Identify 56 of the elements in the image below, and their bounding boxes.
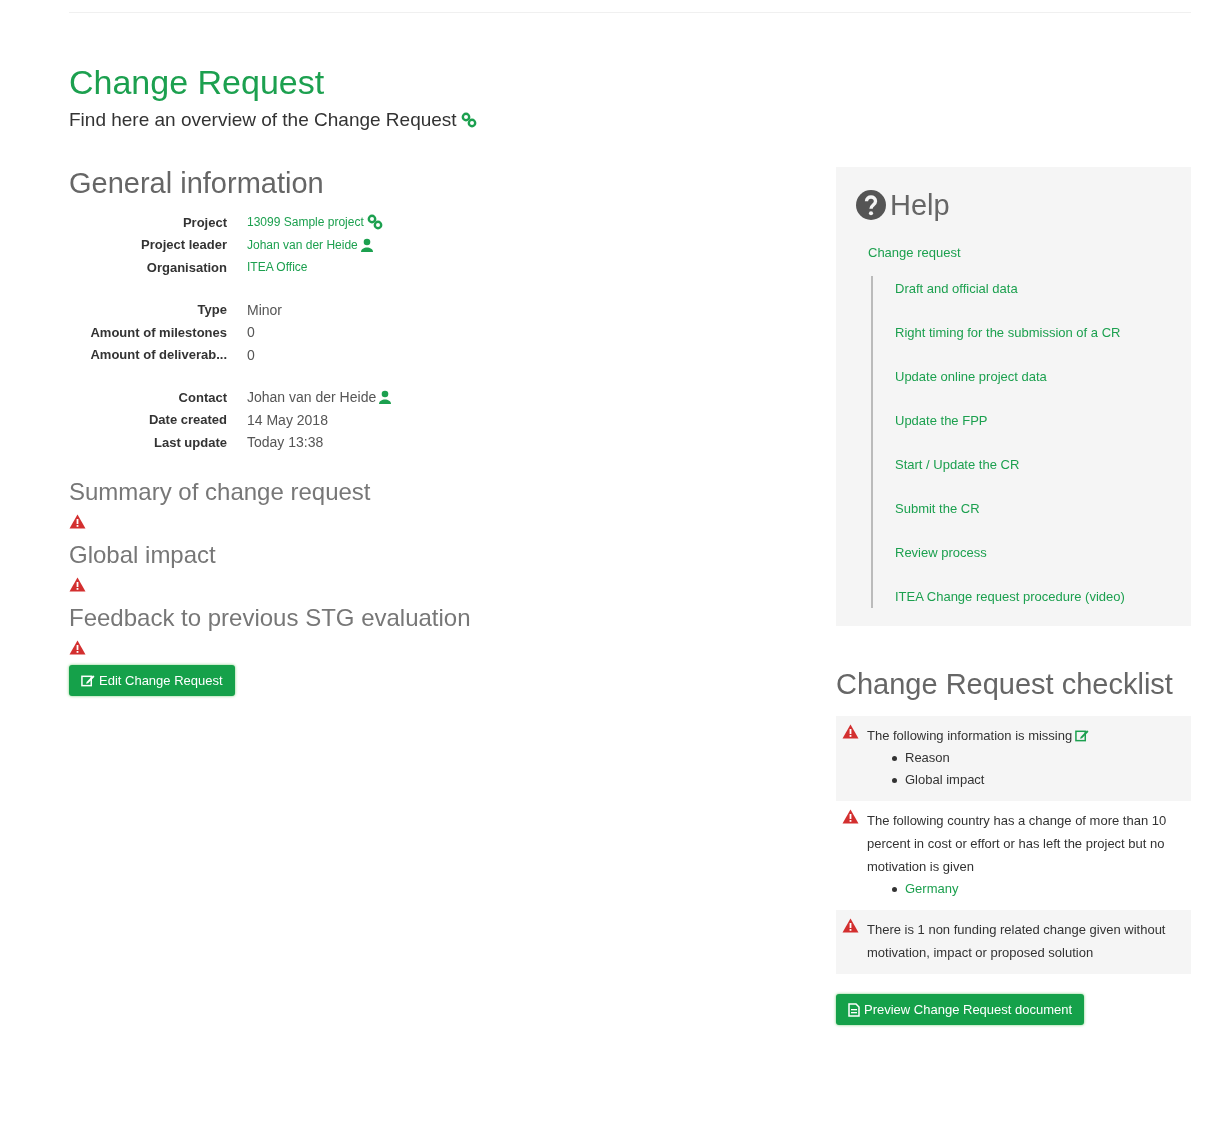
help-link[interactable]: Draft and official data bbox=[895, 278, 1140, 300]
help-link[interactable]: Start / Update the CR bbox=[895, 454, 1140, 476]
field-label: Date created bbox=[147, 412, 228, 428]
field-link[interactable]: Johan van der Heide bbox=[247, 237, 358, 252]
field-label: Amount of milestones bbox=[89, 324, 228, 340]
field-value: Johan van der Heide bbox=[247, 389, 377, 406]
help-link[interactable]: Submit the CR bbox=[895, 498, 1140, 520]
warning-icon bbox=[842, 724, 859, 739]
document-icon bbox=[848, 1002, 860, 1017]
section-heading: Global impact bbox=[69, 539, 217, 570]
warning-icon bbox=[842, 809, 859, 824]
field-value: Minor bbox=[247, 301, 282, 318]
field-value: 0 bbox=[247, 346, 255, 363]
field-label: Last update bbox=[153, 434, 228, 450]
chain-link-icon bbox=[460, 112, 477, 128]
user-icon bbox=[360, 237, 373, 252]
field-label: Organisation bbox=[145, 259, 228, 275]
checklist-text: The following information is missing bbox=[867, 727, 1073, 745]
page-title: Change Request bbox=[69, 62, 326, 103]
list-item: Global impact bbox=[905, 771, 985, 789]
checklist-text: The following country has a change of more than 10 percent in cost or effort or has left the project but no motivation is given bbox=[867, 812, 1168, 876]
section-heading: Feedback to previous STG evaluation bbox=[69, 602, 472, 633]
help-link[interactable]: Right timing for the submission of a CR bbox=[895, 322, 1140, 344]
country-link[interactable]: Germany bbox=[905, 878, 959, 900]
user-icon bbox=[379, 390, 392, 405]
bullet-icon bbox=[892, 777, 897, 783]
help-link[interactable]: Update the FPP bbox=[895, 410, 1140, 432]
field-value: 14 May 2018 bbox=[247, 411, 328, 428]
field-label: Project leader bbox=[140, 237, 228, 253]
edit-button[interactable]: Edit Change Request bbox=[69, 664, 235, 696]
help-link[interactable]: ITEA Change request procedure (video) bbox=[895, 586, 1140, 608]
help-link[interactable]: Review process bbox=[895, 542, 1140, 564]
section-heading: Summary of change request bbox=[69, 476, 372, 507]
field-link[interactable]: ITEA Office bbox=[247, 260, 308, 275]
page-subtitle: Find here an overview of the Change Request bbox=[69, 109, 457, 131]
help-icon bbox=[856, 190, 886, 220]
field-value: Today 13:38 bbox=[247, 434, 324, 451]
field-label: Type bbox=[196, 302, 228, 318]
field-link[interactable]: 13099 Sample project bbox=[247, 215, 364, 230]
checklist-title: Change Request checklist bbox=[836, 667, 1174, 702]
bullet-icon bbox=[892, 755, 897, 761]
help-link[interactable]: Update online project data bbox=[895, 366, 1140, 388]
preview-button[interactable]: Preview Change Request document bbox=[836, 994, 1085, 1025]
chain-link-icon bbox=[366, 214, 383, 231]
edit-icon bbox=[81, 673, 95, 687]
help-link[interactable]: Change request bbox=[868, 245, 1171, 260]
bullet-icon bbox=[892, 886, 897, 892]
field-value: 0 bbox=[247, 324, 255, 341]
help-title: Help bbox=[890, 188, 950, 223]
warning-icon bbox=[842, 918, 859, 933]
section-heading: General information bbox=[69, 166, 325, 201]
field-label: Amount of deliverab... bbox=[89, 347, 228, 363]
list-item: Reason bbox=[905, 749, 950, 767]
field-label: Contact bbox=[177, 389, 228, 405]
field-label: Project bbox=[181, 214, 228, 230]
checklist-text: There is 1 non funding related change given without motivation, impact or proposed solution bbox=[867, 921, 1167, 962]
